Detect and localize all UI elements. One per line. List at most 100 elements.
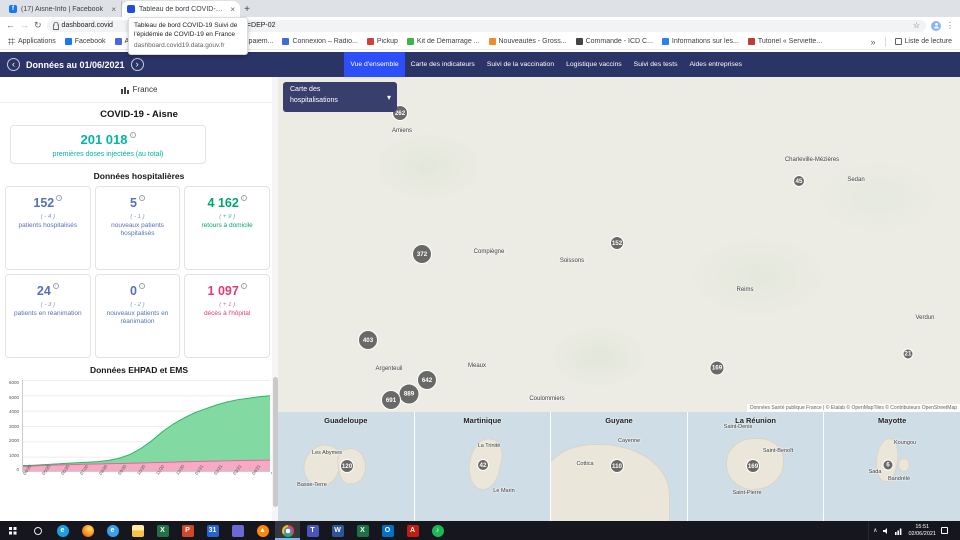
bookmark-item[interactable]: Connexion – Radio...	[282, 38, 358, 45]
taskbar-clock[interactable]: 15:51 02/06/2021	[908, 524, 936, 537]
bookmark-label: Pickup	[376, 38, 398, 45]
browser-menu-icon[interactable]: ⋮	[946, 21, 954, 30]
info-icon[interactable]	[240, 282, 247, 289]
map-bubble[interactable]: 45	[793, 175, 805, 187]
bookmark-item[interactable]: Tutoriel « Serviette...	[747, 38, 822, 45]
map-layer-dropdown[interactable]: Carte des hospitalisations ▾	[283, 82, 397, 112]
map-bubble[interactable]: 169	[746, 459, 760, 473]
taskbar-app-icon[interactable]	[125, 521, 150, 540]
city-label: Meaux	[467, 363, 487, 369]
scrollbar-thumb[interactable]	[272, 377, 278, 507]
map-bubble[interactable]: 889	[398, 383, 420, 405]
header-nav-item[interactable]: Aides entreprises	[683, 52, 748, 77]
new-tab-button[interactable]: +	[240, 2, 254, 17]
stat-value: 1 097	[207, 284, 239, 298]
info-icon[interactable]	[138, 194, 145, 201]
bookmark-item[interactable]: Nouveautés - Gross...	[488, 38, 567, 45]
map-bubble[interactable]: 21	[902, 348, 914, 360]
stat-value: 5	[130, 196, 137, 210]
info-icon[interactable]	[52, 282, 59, 289]
info-icon[interactable]	[138, 282, 145, 289]
reload-icon[interactable]: ↻	[34, 21, 42, 30]
applications-bookmark[interactable]: Applications	[8, 38, 56, 45]
speaker-icon[interactable]	[882, 527, 890, 535]
map-attribution: Données Santé publique France | © Etalab…	[747, 404, 960, 412]
hospitalisations-map[interactable]: Carte des hospitalisations ▾ 262 45 152 …	[278, 77, 960, 412]
taskbar-app-icon[interactable]: e	[100, 521, 125, 540]
bookmark-item[interactable]: Commande - ICD C...	[575, 38, 653, 45]
header-nav-item[interactable]: Suivi des tests	[628, 52, 684, 77]
browser-tab-dashboard-active[interactable]: Tableau de bord COVID-19 Sui ×	[122, 1, 240, 17]
taskbar-app-icon[interactable]: A	[400, 521, 425, 540]
start-button[interactable]	[0, 521, 25, 540]
taskbar-app-icon[interactable]: P	[175, 521, 200, 540]
map-bubble[interactable]: 120	[340, 459, 354, 473]
taskbar-app-icon[interactable]: e	[50, 521, 75, 540]
taskbar-app-icon[interactable]: O	[375, 521, 400, 540]
taskbar-app-icon[interactable]: 31	[200, 521, 225, 540]
map-bubble[interactable]: 6	[882, 459, 894, 471]
ehpad-chart: 0 1000 2000 3000 4000 5000 6000 04/2005/2006/2…	[6, 380, 278, 488]
region-selector[interactable]: France	[0, 77, 278, 103]
info-icon[interactable]	[240, 194, 247, 201]
tray-expand-icon[interactable]: ∧	[873, 527, 877, 534]
bookmarks-overflow-chevron-icon[interactable]: »	[871, 37, 876, 47]
header-nav-item[interactable]: Logistique vaccins	[560, 52, 628, 77]
profile-avatar[interactable]	[931, 20, 941, 31]
map-bubble[interactable]: 110	[610, 459, 624, 473]
taskbar-app-icon[interactable]: X	[150, 521, 175, 540]
reading-list-button[interactable]: Liste de lecture	[894, 38, 952, 45]
next-day-button[interactable]: ›	[130, 58, 144, 71]
map-bubble[interactable]: 372	[412, 244, 432, 264]
tab-title: Tableau de bord COVID-19 Sui	[139, 5, 227, 13]
section-heading-ehpad: Données EHPAD et EMS	[89, 365, 189, 375]
y-tick-label: 3000	[8, 423, 19, 429]
taskbar-app-icon[interactable]	[275, 521, 300, 540]
bookmark-item[interactable]: Informations sur les...	[661, 38, 739, 45]
browser-tab-strip: f (17) Aisne-Info | Facebook × Tableau d…	[0, 0, 960, 17]
header-nav-item[interactable]: Suivi de la vaccination	[481, 52, 560, 77]
map-bubble[interactable]: 42	[477, 459, 489, 471]
map-bubble[interactable]: 152	[610, 236, 624, 250]
map-bubble[interactable]: 403	[358, 330, 378, 350]
bookmark-star-icon[interactable]: ☆	[913, 21, 920, 30]
bookmark-item[interactable]: Kit de Démarrage ...	[406, 38, 480, 45]
covid-dashboard-favicon-icon	[127, 5, 135, 13]
bookmark-label: Kit de Démarrage ...	[416, 38, 480, 45]
network-icon[interactable]	[895, 527, 903, 535]
taskbar-app-icon[interactable]: ▲	[250, 521, 275, 540]
browser-tab-facebook[interactable]: f (17) Aisne-Info | Facebook ×	[4, 1, 122, 17]
tab-close-icon[interactable]: ×	[230, 5, 235, 14]
map-bubble[interactable]: 169	[709, 360, 725, 376]
map-bubble[interactable]: 691	[381, 390, 401, 410]
taskbar-app-icon[interactable]	[225, 521, 250, 540]
bookmark-item[interactable]: Pickup	[366, 38, 398, 45]
forward-icon[interactable]: →	[20, 21, 29, 30]
bookmark-favicon-icon	[661, 38, 669, 45]
taskbar-app-icon[interactable]	[75, 521, 100, 540]
url-text-start: dashboard.covid	[61, 22, 113, 29]
search-button[interactable]	[25, 521, 50, 540]
chart-plot-area	[22, 380, 270, 472]
bookmark-label: Facebook	[74, 38, 106, 45]
map-bubble[interactable]: 642	[417, 370, 437, 390]
stat-delta: ( - 2 )	[130, 302, 145, 308]
bookmark-favicon-icon	[64, 38, 72, 45]
tab-close-icon[interactable]: ×	[111, 5, 116, 14]
previous-day-button[interactable]: ‹	[7, 58, 20, 71]
info-icon[interactable]	[129, 131, 136, 138]
header-nav: Vue d'ensemble Carte des indicateurs Sui…	[344, 52, 748, 77]
taskbar-app-icon[interactable]: W	[325, 521, 350, 540]
taskbar-app-icon[interactable]: X	[350, 521, 375, 540]
taskbar-app-icon[interactable]: T	[300, 521, 325, 540]
header-nav-item[interactable]: Vue d'ensemble	[344, 52, 405, 77]
info-icon[interactable]	[56, 194, 63, 201]
header-nav-item[interactable]: Carte des indicateurs	[405, 52, 481, 77]
taskbar-app-icon[interactable]: ♪	[425, 521, 450, 540]
applications-label: Applications	[18, 38, 56, 45]
stat-delta: ( + 1 )	[219, 302, 236, 308]
city-label: Sedan	[847, 177, 865, 183]
bookmark-item[interactable]: Facebook	[64, 38, 106, 45]
back-icon[interactable]: ←	[6, 21, 15, 30]
notification-center-icon[interactable]	[941, 527, 948, 534]
